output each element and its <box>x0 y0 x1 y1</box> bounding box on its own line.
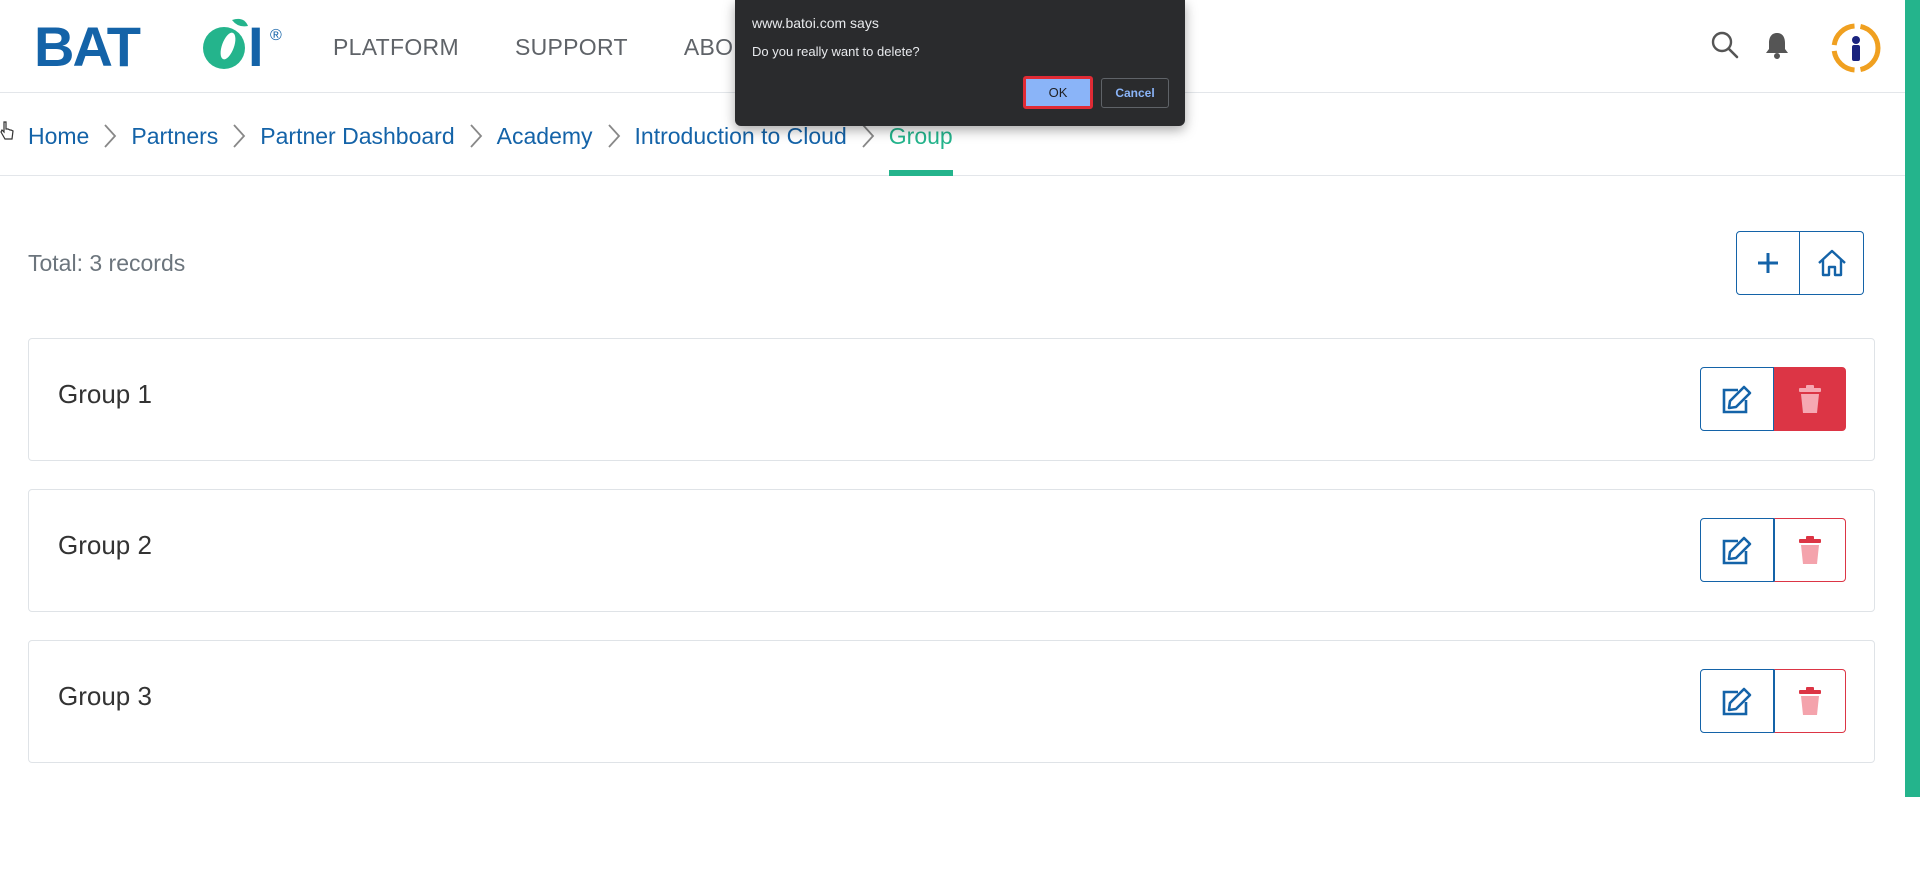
user-avatar[interactable] <box>1830 22 1882 74</box>
edit-icon <box>1722 687 1752 716</box>
bell-icon[interactable] <box>1762 30 1792 60</box>
trash-icon <box>1799 536 1821 564</box>
svg-text:BAT: BAT <box>34 16 141 74</box>
nav-platform[interactable]: PLATFORM <box>333 34 459 61</box>
breadcrumb-partners[interactable]: Partners <box>131 123 218 150</box>
group-card: Group 1 <box>28 338 1875 461</box>
breadcrumb-home[interactable]: Home <box>28 123 89 150</box>
delete-button[interactable] <box>1774 669 1846 733</box>
dialog-message: Do you really want to delete? <box>752 44 920 59</box>
breadcrumb-partner-dashboard[interactable]: Partner Dashboard <box>260 123 454 150</box>
scrollbar-accent[interactable] <box>1905 0 1920 797</box>
trash-icon <box>1799 687 1821 715</box>
breadcrumb-academy[interactable]: Academy <box>497 123 593 150</box>
home-icon <box>1817 249 1846 277</box>
trash-icon <box>1799 385 1821 413</box>
confirm-dialog: www.batoi.com says Do you really want to… <box>735 0 1185 126</box>
card-actions <box>1700 669 1846 733</box>
plus-icon <box>1758 253 1778 273</box>
edit-button[interactable] <box>1700 367 1774 431</box>
dialog-cancel-button[interactable]: Cancel <box>1101 78 1169 108</box>
edit-icon <box>1722 385 1752 414</box>
dialog-origin: www.batoi.com says <box>752 15 879 31</box>
chevron-right-icon <box>593 121 635 151</box>
edit-icon <box>1722 536 1752 565</box>
main-nav: PLATFORM SUPPORT ABOU <box>333 34 750 61</box>
breadcrumb-introduction-to-cloud[interactable]: Introduction to Cloud <box>635 123 847 150</box>
group-title: Group 3 <box>58 681 152 711</box>
chevron-right-icon <box>218 121 260 151</box>
edit-button[interactable] <box>1700 518 1774 582</box>
group-title: Group 1 <box>58 379 152 409</box>
svg-text:®: ® <box>270 27 282 44</box>
nav-support[interactable]: SUPPORT <box>515 34 628 61</box>
batoi-logo[interactable]: BAT I ® <box>34 16 284 74</box>
hand-cursor-icon <box>0 121 14 140</box>
chevron-right-icon <box>455 121 497 151</box>
total-records: Total: 3 records <box>28 250 186 276</box>
group-card: Group 3 <box>28 640 1875 763</box>
home-button[interactable] <box>1800 231 1864 295</box>
breadcrumb-group[interactable]: Group <box>888 123 953 176</box>
dialog-ok-button[interactable]: OK <box>1023 76 1093 109</box>
group-title: Group 2 <box>58 530 152 560</box>
toolbar <box>1736 231 1864 295</box>
group-card: Group 2 <box>28 489 1875 612</box>
card-actions <box>1700 367 1846 431</box>
add-button[interactable] <box>1736 231 1800 295</box>
edit-button[interactable] <box>1700 669 1774 733</box>
chevron-right-icon <box>89 121 131 151</box>
card-actions <box>1700 518 1846 582</box>
svg-text:I: I <box>248 16 264 74</box>
search-icon[interactable] <box>1710 30 1740 60</box>
delete-button[interactable] <box>1774 367 1846 431</box>
delete-button[interactable] <box>1774 518 1846 582</box>
